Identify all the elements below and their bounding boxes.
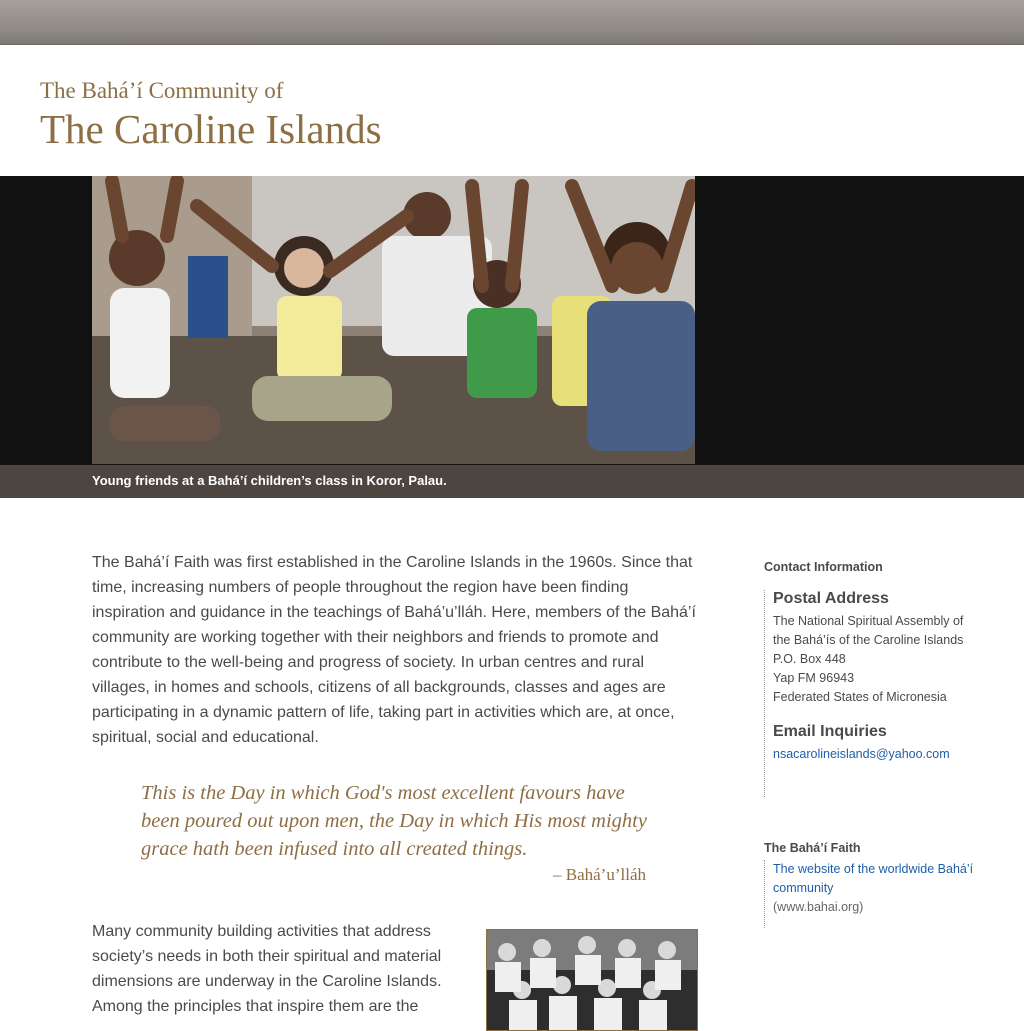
postal-line: Yap FM 96943: [773, 671, 855, 685]
faith-url: (www.bahai.org): [773, 900, 864, 914]
community-paragraph: Many community building activities that …: [92, 923, 442, 1015]
hero-caption: Young friends at a Bahá’í children’s cla…: [92, 473, 447, 488]
site-title[interactable]: The Bahá’í Community of The Caroline Isl…: [40, 78, 382, 152]
faith-link-line2[interactable]: community: [773, 879, 973, 898]
hero-banner: Young friends at a Bahá’í children’s cla…: [0, 176, 1024, 498]
faith-link-line1[interactable]: The website of the worldwide Bahá’í: [773, 860, 973, 879]
contact-block: Postal Address The National Spiritual As…: [764, 590, 963, 797]
intro-paragraph: The Bahá’í Faith was first established i…: [92, 554, 696, 746]
group-photo-illustration: [487, 930, 697, 1030]
postal-heading: Postal Address: [773, 590, 889, 607]
postal-line: The National Spiritual Assembly of: [773, 614, 964, 628]
faith-block: The website of the worldwide Bahá’í comm…: [764, 860, 973, 928]
faith-heading: The Bahá’í Faith: [764, 841, 861, 855]
postal-line: P.O. Box 448: [773, 652, 846, 666]
hero-caption-bar: Young friends at a Bahá’í children’s cla…: [0, 465, 1024, 498]
quote-text: This is the Day in which God's most exce…: [141, 782, 647, 860]
postal-line: Federated States of Micronesia: [773, 690, 947, 704]
group-photo: [486, 929, 698, 1031]
postal-line: the Bahá’ís of the Caroline Islands: [773, 633, 964, 647]
hero-photo: [92, 176, 695, 464]
email-link[interactable]: nsacarolineislands@yahoo.com: [773, 745, 963, 764]
quote-author: – Bahá’u’lláh: [553, 865, 646, 884]
hero-photo-illustration: [92, 176, 695, 464]
site-title-line2: The Caroline Islands: [40, 106, 382, 152]
main-content: The Bahá’í Faith was first established i…: [92, 550, 702, 1031]
email-heading: Email Inquiries: [773, 723, 887, 740]
site-title-line1: The Bahá’í Community of: [40, 78, 284, 103]
top-bar: [0, 0, 1024, 45]
contact-heading: Contact Information: [764, 560, 883, 574]
